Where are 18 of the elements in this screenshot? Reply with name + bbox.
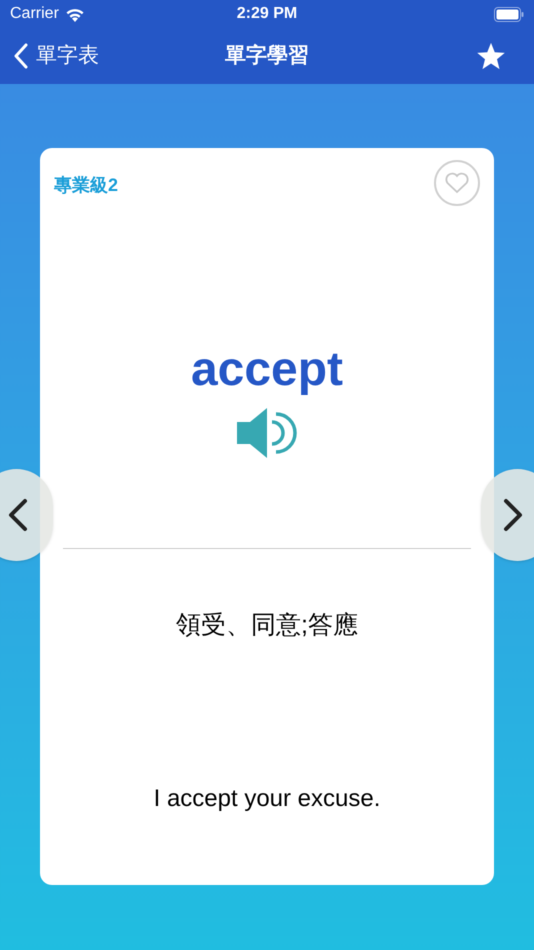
battery-icon	[494, 6, 524, 22]
example-sentence: I accept your excuse.	[152, 784, 382, 814]
speaker-button[interactable]	[237, 408, 297, 458]
status-time: 2:29 PM	[236, 4, 298, 24]
heart-icon	[444, 171, 470, 195]
wifi-icon	[64, 6, 85, 22]
carrier-label: Carrier	[10, 4, 59, 24]
right-chevron-icon	[503, 498, 523, 532]
left-chevron-icon	[8, 498, 28, 532]
level-label: 專業級2	[54, 174, 118, 197]
vocabulary-word: accept	[190, 346, 344, 394]
meaning-text: 領受、同意;答應	[175, 610, 359, 641]
previous-button[interactable]	[0, 469, 53, 561]
back-button[interactable]: 單字表	[14, 40, 99, 72]
back-chevron-icon	[14, 43, 28, 69]
screen-title: 單字學習	[225, 42, 309, 70]
next-button[interactable]	[481, 469, 534, 561]
star-button[interactable]	[476, 41, 506, 71]
